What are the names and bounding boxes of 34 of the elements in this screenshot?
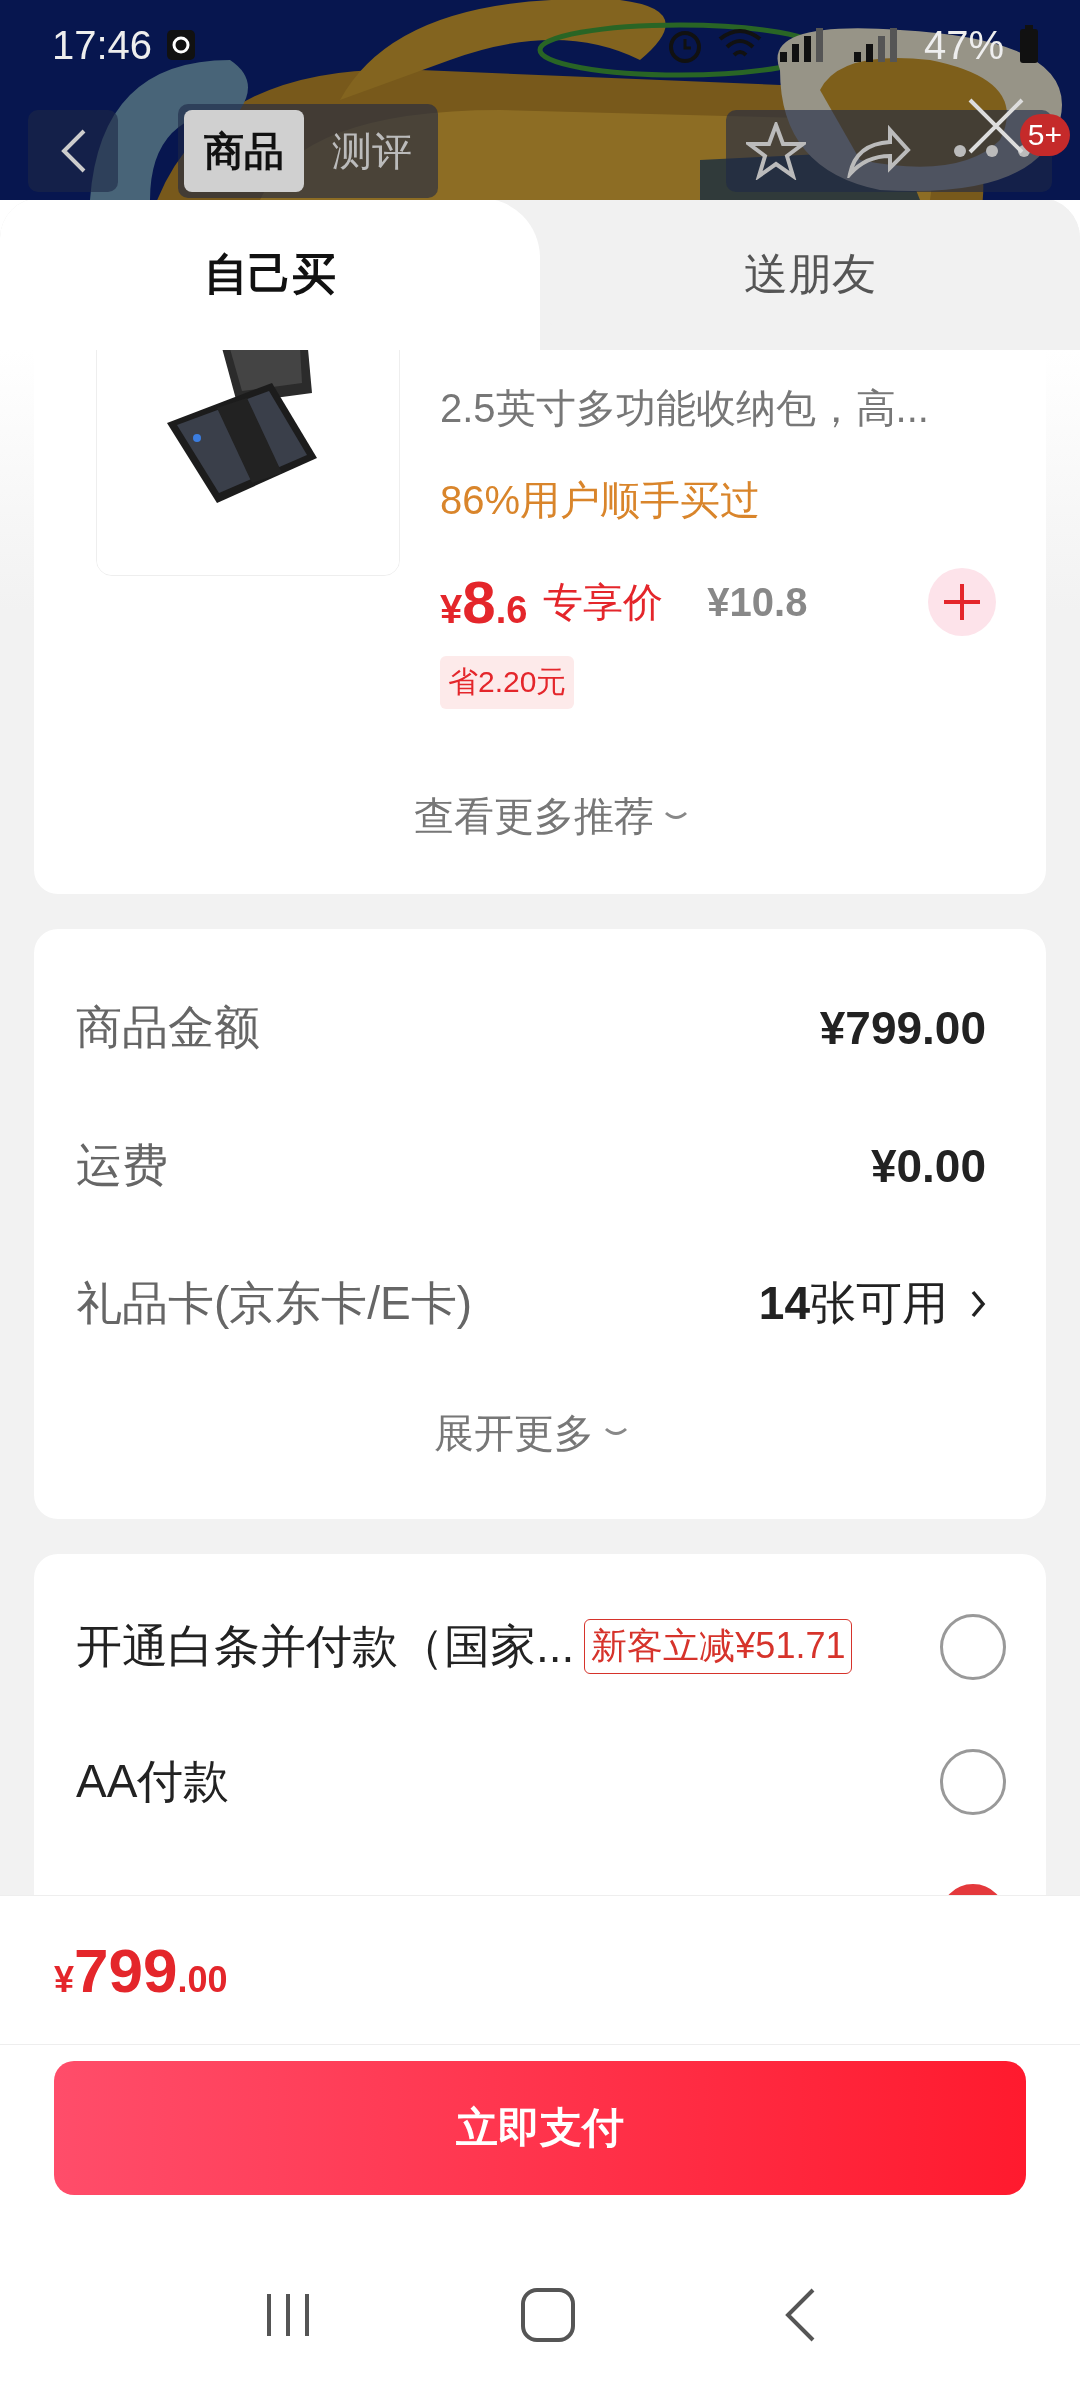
payment-option-label: 开通白条并付款（国家... <box>76 1618 575 1674</box>
plus-icon <box>942 582 982 622</box>
summary-label: 礼品卡(京东卡/E卡) <box>76 1276 473 1331</box>
close-icon <box>966 96 1026 156</box>
pay-button[interactable]: 立即支付 <box>54 2061 1026 2195</box>
summary-label: 商品金额 <box>76 1000 260 1055</box>
saving-tag: 省2.20元 <box>440 656 575 709</box>
share-icon <box>846 124 912 178</box>
total-price: ¥799.00 <box>54 1934 228 2006</box>
tab[interactable]: 商品 <box>184 110 304 192</box>
more-link[interactable]: 查看更多推荐 <box>414 789 654 844</box>
tab[interactable]: 自己买 <box>0 198 540 350</box>
star-icon <box>746 122 806 180</box>
battery-level: 47% <box>923 22 1004 68</box>
more-icon <box>952 143 1032 159</box>
social-proof: 86%用户顺手买过 <box>440 477 762 524</box>
summary-value: ¥0.00 <box>870 1139 986 1193</box>
chevron-right-icon <box>970 1289 986 1319</box>
home-icon <box>520 2287 576 2343</box>
calendar-icon <box>166 28 197 62</box>
price: ¥8.6 <box>440 567 528 637</box>
price-label: 专享价 <box>543 578 664 626</box>
back-button[interactable] <box>28 110 118 192</box>
original-price: ¥10.8 <box>707 579 808 625</box>
gift-card-link[interactable]: 14张可用 <box>758 1273 948 1335</box>
summary-label: 运费 <box>76 1138 168 1193</box>
status-time: 17:46 <box>52 22 153 68</box>
product-title: 2.5英寸多功能收纳包，高... <box>440 385 930 432</box>
expand-link[interactable]: 展开更多 <box>434 1405 594 1461</box>
battery-icon <box>1018 25 1040 65</box>
tab[interactable]: 测评 <box>312 110 432 192</box>
summary-value: ¥799.00 <box>819 1001 986 1055</box>
promo-tag: 新客立减¥51.71 <box>584 1619 853 1674</box>
payment-option-label: AA付款 <box>76 1753 230 1809</box>
